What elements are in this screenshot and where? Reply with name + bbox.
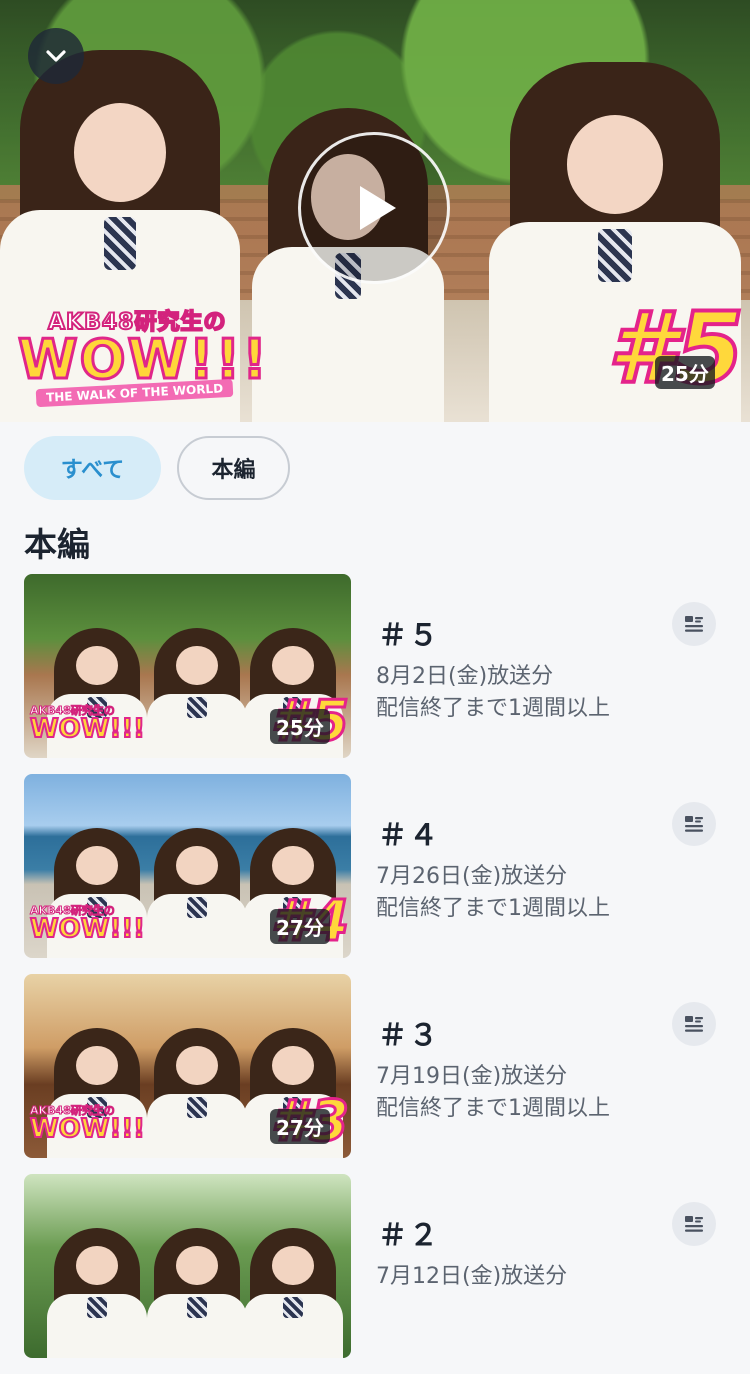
episode-availability: 配信終了まで1週間以上 — [376, 696, 610, 721]
episode-number: ＃３ — [378, 1018, 441, 1052]
list-detail-icon — [685, 1216, 703, 1232]
episode-detail-button[interactable] — [672, 1002, 716, 1046]
episode-row[interactable]: AKB48研究生のWOW!!!#3 27分 ＃３ 7月19日(金)放送分 配信終… — [0, 974, 750, 1174]
show-logo: AKB48研究生の WOW!!! THE WALK OF THE WORLD — [17, 300, 268, 410]
episode-broadcast-date: 7月26日(金)放送分 — [376, 864, 568, 889]
play-button[interactable] — [298, 132, 450, 284]
episode-row[interactable]: AKB48研究生のWOW!!!#4 27分 ＃４ 7月26日(金)放送分 配信終… — [0, 774, 750, 974]
episode-detail-button[interactable] — [672, 802, 716, 846]
list-detail-icon — [685, 816, 703, 832]
episode-broadcast-date: 7月12日(金)放送分 — [376, 1264, 568, 1289]
hero-duration-badge: 25分 — [655, 356, 715, 389]
collapse-button[interactable] — [28, 28, 84, 84]
list-detail-icon — [685, 616, 703, 632]
thumbnail-logo: AKB48研究生の WOW!!! — [29, 1102, 146, 1146]
thumbnail-duration-badge: 27分 — [270, 1109, 330, 1144]
filter-chip-main[interactable]: 本編 — [177, 436, 290, 500]
episode-detail-button[interactable] — [672, 1202, 716, 1246]
thumbnail-logo: AKB48研究生の WOW!!! — [29, 702, 146, 746]
thumbnail-person — [243, 1228, 343, 1358]
thumbnail-person — [147, 828, 247, 958]
episode-availability: 配信終了まで1週間以上 — [376, 896, 610, 921]
episode-number: ＃２ — [378, 1218, 441, 1252]
episode-row[interactable]: ＃２ 7月12日(金)放送分 — [0, 1174, 750, 1374]
chevron-down-icon — [46, 50, 66, 62]
episode-thumbnail[interactable]: AKB48研究生のWOW!!!#5 25分 — [24, 574, 351, 758]
episode-row[interactable]: AKB48研究生のWOW!!!#5 25分 ＃５ 8月2日(金)放送分 配信終了… — [0, 574, 750, 774]
thumbnail-logo-main: WOW!!! — [29, 1113, 146, 1145]
episode-broadcast-date: 8月2日(金)放送分 — [376, 664, 554, 689]
episode-number: ＃４ — [378, 818, 441, 852]
thumbnail-person — [147, 1028, 247, 1158]
filter-chips: すべて 本編 — [24, 436, 290, 500]
thumbnail-logo-main: WOW!!! — [29, 913, 146, 945]
episode-thumbnail[interactable] — [24, 1174, 351, 1358]
play-icon — [360, 186, 396, 230]
section-title: 本編 — [24, 525, 90, 564]
episode-list: AKB48研究生のWOW!!!#5 25分 ＃５ 8月2日(金)放送分 配信終了… — [0, 574, 750, 1374]
thumbnail-duration-badge: 25分 — [270, 709, 330, 744]
episode-number: ＃５ — [378, 618, 441, 652]
thumbnail-duration-badge: 27分 — [270, 909, 330, 944]
episode-detail-button[interactable] — [672, 602, 716, 646]
episode-thumbnail[interactable]: AKB48研究生のWOW!!!#4 27分 — [24, 774, 351, 958]
episode-availability: 配信終了まで1週間以上 — [376, 1096, 610, 1121]
thumbnail-person — [147, 1228, 247, 1358]
list-detail-icon — [685, 1016, 703, 1032]
thumbnail-person — [47, 1228, 147, 1358]
thumbnail-person — [147, 628, 247, 758]
video-player[interactable]: AKB48研究生の WOW!!! THE WALK OF THE WORLD #… — [0, 0, 750, 422]
episode-thumbnail[interactable]: AKB48研究生のWOW!!!#3 27分 — [24, 974, 351, 1158]
episode-broadcast-date: 7月19日(金)放送分 — [376, 1064, 568, 1089]
thumbnail-logo: AKB48研究生の WOW!!! — [29, 902, 146, 946]
filter-chip-all[interactable]: すべて — [24, 436, 161, 500]
thumbnail-logo-main: WOW!!! — [29, 713, 146, 745]
